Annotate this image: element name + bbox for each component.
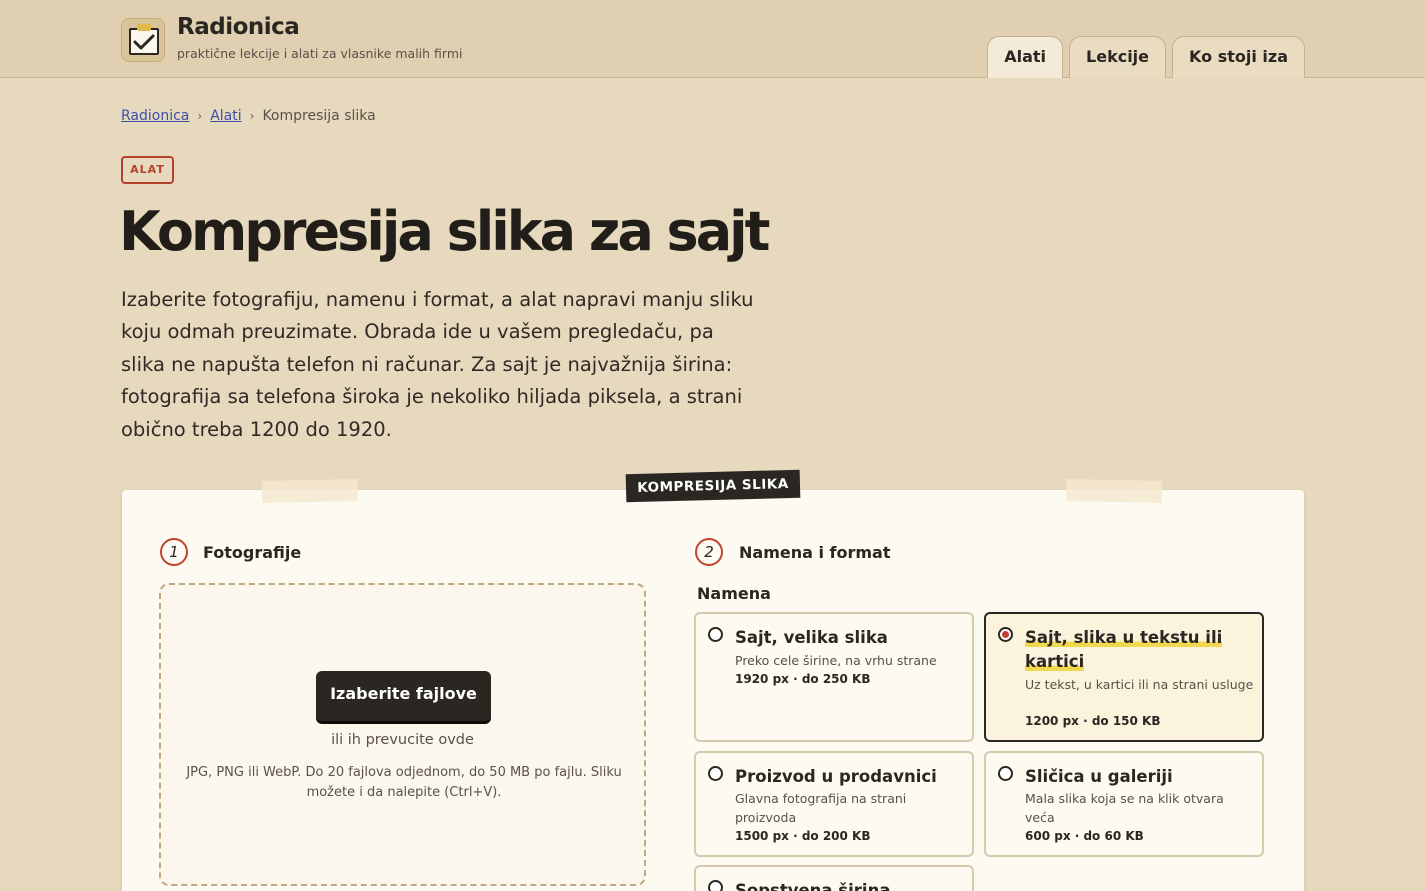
page-lead: Izaberite fotografiju, namenu i format, … (121, 288, 754, 441)
option-title: Sličica u galeriji (1025, 767, 1173, 786)
step-title-fotografije: Fotografije (203, 543, 302, 562)
tool-badge: ALAT (121, 156, 174, 184)
option-spec: 1920 px · do 250 KB (735, 672, 871, 686)
step-number-2: 2 (695, 538, 723, 566)
clipboard-check-icon[interactable] (121, 18, 165, 62)
purpose-option-proizvod[interactable]: Proizvod u prodavnici Glavna fotografija… (694, 751, 974, 857)
option-description: Glavna fotografija na strani proizvoda (735, 791, 907, 825)
purpose-option-sajt-velika-slika[interactable]: Sajt, velika slika Preko cele širine, na… (694, 612, 974, 742)
step-title-namena-i-format: Namena i format (739, 543, 891, 562)
purpose-option-sopstvena-sirina[interactable]: Sopstvena širina (694, 865, 974, 891)
radio-button[interactable] (998, 766, 1013, 781)
drop-hint: ili ih prevucite ovde (331, 732, 474, 748)
radio-button[interactable] (708, 766, 723, 781)
brand-tagline: praktične lekcije i alati za vlasnike ma… (177, 46, 463, 61)
radio-button[interactable] (708, 627, 723, 642)
purpose-option-sajt-slika-u-tekstu[interactable]: Sajt, slika u tekstu ili kartici Uz teks… (984, 612, 1264, 742)
drop-note: JPG, PNG ili WebP. Do 20 fajlova odjedno… (186, 765, 622, 800)
page-title: Kompresija slika za sajt (119, 200, 770, 263)
breadcrumb-separator: › (249, 109, 255, 123)
breadcrumb: Radionica › Alati › Kompresija slika (121, 108, 376, 124)
option-title: Sajt, slika u tekstu ili kartici (1025, 628, 1223, 671)
nav-tab-lekcije[interactable]: Lekcije (1069, 36, 1167, 78)
tool-card: KOMPRESIJA SLIKA 1 Fotografije Izaberite… (122, 469, 1304, 891)
tape-decoration (261, 479, 359, 503)
nav-tab-ko-stoji-iza[interactable]: Ko stoji iza (1172, 36, 1305, 78)
main-nav: Alati Lekcije Ko stoji iza (987, 36, 1305, 78)
radio-button[interactable] (708, 880, 723, 891)
breadcrumb-separator: › (197, 109, 203, 123)
purpose-label: Namena (697, 584, 771, 603)
option-title: Sajt, velika slika (735, 628, 888, 647)
choose-files-button[interactable]: Izaberite fajlove (316, 671, 491, 721)
option-description: Uz tekst, u kartici ili na strani usluge (1025, 677, 1254, 692)
option-spec: 1200 px · do 150 KB (1025, 714, 1161, 728)
brand-name[interactable]: Radionica (177, 14, 300, 40)
file-dropzone[interactable]: Izaberite fajlove ili ih prevucite ovde … (159, 583, 646, 886)
breadcrumb-link-radionica[interactable]: Radionica (121, 108, 189, 124)
option-title: Sopstvena širina (735, 881, 891, 891)
option-description: Preko cele širine, na vrhu strane (735, 653, 937, 668)
breadcrumb-link-alati[interactable]: Alati (210, 108, 241, 124)
option-title: Proizvod u prodavnici (735, 767, 937, 786)
option-spec: 1500 px · do 200 KB (735, 829, 871, 843)
breadcrumb-current: Kompresija slika (262, 108, 376, 124)
tool-label: KOMPRESIJA SLIKA (625, 469, 801, 503)
purpose-option-slicica-u-galeriji[interactable]: Sličica u galeriji Mala slika koja se na… (984, 751, 1264, 857)
step-number-1: 1 (160, 538, 188, 566)
option-description: Mala slika koja se na klik otvara veća (1025, 791, 1224, 825)
option-spec: 600 px · do 60 KB (1025, 829, 1144, 843)
radio-button-selected[interactable] (998, 627, 1013, 642)
tape-decoration (1065, 479, 1163, 503)
site-header: Radionica praktične lekcije i alati za v… (0, 0, 1425, 78)
nav-tab-alati[interactable]: Alati (987, 36, 1064, 78)
